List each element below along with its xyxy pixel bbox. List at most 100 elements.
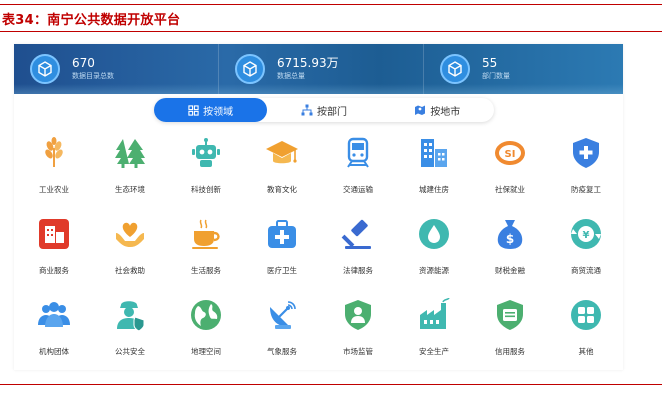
heart-hand-icon (116, 222, 144, 247)
category-label: 公共安全 (115, 347, 145, 356)
category-label: 其他 (578, 347, 594, 356)
tab-label: 按部门 (316, 106, 347, 118)
cube-icon (30, 54, 60, 84)
category-meteorology[interactable]: 气象服务 (244, 294, 320, 364)
category-label: 商业服务 (39, 266, 69, 275)
category-label: 防疫复工 (571, 185, 601, 194)
category-legal-services[interactable]: 法律服务 (320, 213, 396, 283)
robot-icon (192, 138, 220, 167)
category-label: 地理空间 (191, 347, 221, 356)
map-icon (415, 105, 426, 115)
category-grid: 工业农业 生态环境 科技创新 教育文化 交通运输 城建住房 SI 社保就业 防疫… (16, 132, 621, 364)
portal-panel: 670 数据目录总数 6715.93万 数据总量 55 部门数量 按领域 按部门… (14, 44, 623, 370)
tab-by-domain[interactable]: 按领域 (154, 98, 268, 122)
group-icon (38, 302, 70, 327)
coffee-cup-icon (192, 219, 220, 249)
category-epidemic-prevention[interactable]: 防疫复工 (548, 132, 624, 202)
svg-text:¥: ¥ (583, 230, 590, 241)
bottom-rule (0, 384, 662, 385)
category-label: 财税金融 (495, 266, 525, 275)
shop-icon (39, 219, 69, 249)
buildings-icon (421, 139, 447, 167)
category-resources-energy[interactable]: 资源能源 (396, 213, 472, 283)
wheat-icon (45, 137, 63, 167)
cube-icon (235, 54, 265, 84)
figure-caption-bar: 表34：南宁公共数据开放平台 (0, 4, 662, 32)
satellite-dish-icon (270, 301, 296, 329)
stat-catalog-total: 670 数据目录总数 (14, 44, 219, 94)
figure-caption: 表34：南宁公共数据开放平台 (2, 12, 181, 28)
category-transport[interactable]: 交通运输 (320, 132, 396, 202)
category-label: 社会救助 (115, 266, 145, 275)
category-label: 教育文化 (267, 185, 297, 194)
train-icon (347, 137, 369, 168)
category-credit-services[interactable]: 信用服务 (472, 294, 548, 364)
category-label: 气象服务 (267, 347, 297, 356)
tab-by-department[interactable]: 按部门 (267, 98, 380, 122)
stat-department-count: 55 部门数量 (424, 44, 623, 94)
medical-kit-icon (268, 220, 296, 248)
category-institutions-groups[interactable]: 机构团体 (16, 294, 92, 364)
shield-person-icon (345, 300, 371, 330)
water-drop-icon (419, 219, 449, 249)
category-label: 医疗卫生 (267, 266, 297, 275)
social-security-icon: SI (495, 141, 525, 165)
browse-mode-tabs: 按领域 按部门 按地市 (154, 98, 494, 122)
category-social-security-employment[interactable]: SI 社保就业 (472, 132, 548, 202)
category-label: 法律服务 (343, 266, 373, 275)
stat-value: 670 (72, 56, 95, 70)
category-label: 社保就业 (495, 185, 525, 194)
category-label: 商贸流通 (571, 266, 601, 275)
tab-by-city[interactable]: 按地市 (381, 98, 494, 122)
money-bag-icon: $ (497, 220, 523, 249)
category-social-assistance[interactable]: 社会救助 (92, 213, 168, 283)
stat-data-total: 6715.93万 数据总量 (219, 44, 424, 94)
category-industry-agriculture[interactable]: 工业农业 (16, 132, 92, 202)
svg-text:$: $ (506, 232, 514, 246)
stat-value: 55 (482, 56, 498, 70)
org-icon (301, 104, 313, 116)
category-technology[interactable]: 科技创新 (168, 132, 244, 202)
category-medical-health[interactable]: 医疗卫生 (244, 213, 320, 283)
category-life-services[interactable]: 生活服务 (168, 213, 244, 283)
category-label: 交通运输 (343, 185, 373, 194)
svg-text:SI: SI (505, 149, 516, 160)
category-label: 资源能源 (419, 266, 449, 275)
category-geospatial[interactable]: 地理空间 (168, 294, 244, 364)
category-label: 城建住房 (419, 185, 449, 194)
category-commercial-services[interactable]: 商业服务 (16, 213, 92, 283)
category-work-safety[interactable]: 安全生产 (396, 294, 472, 364)
category-market-regulation[interactable]: 市场监管 (320, 294, 396, 364)
factory-icon (420, 298, 450, 329)
category-label: 生活服务 (191, 266, 221, 275)
category-label: 生态环境 (115, 185, 145, 194)
category-label: 市场监管 (343, 347, 373, 356)
category-label: 科技创新 (191, 185, 221, 194)
stat-value: 6715.93万 (277, 56, 339, 70)
stat-label: 部门数量 (482, 72, 510, 80)
globe-icon (191, 300, 221, 330)
credit-shield-icon (497, 300, 523, 330)
tree-icon (115, 139, 145, 168)
tab-label: 按地市 (430, 106, 461, 118)
category-label: 机构团体 (39, 347, 69, 356)
gavel-icon (341, 219, 371, 249)
category-other[interactable]: 其他 (548, 294, 624, 364)
category-ecology-environment[interactable]: 生态环境 (92, 132, 168, 202)
currency-cycle-icon: ¥ (571, 219, 601, 249)
category-tax-finance[interactable]: $ 财税金融 (472, 213, 548, 283)
stats-banner: 670 数据目录总数 6715.93万 数据总量 55 部门数量 (14, 44, 623, 94)
grid-icon (188, 104, 199, 116)
category-trade-circulation[interactable]: ¥ 商贸流通 (548, 213, 624, 283)
category-urban-housing[interactable]: 城建住房 (396, 132, 472, 202)
stat-label: 数据目录总数 (72, 72, 114, 80)
category-education-culture[interactable]: 教育文化 (244, 132, 320, 202)
cube-icon (440, 54, 470, 84)
category-label: 信用服务 (495, 347, 525, 356)
category-public-security[interactable]: 公共安全 (92, 294, 168, 364)
category-label: 工业农业 (39, 185, 69, 194)
medical-shield-icon (573, 138, 599, 168)
tab-label: 按领域 (203, 106, 234, 118)
category-label: 安全生产 (419, 347, 449, 356)
stat-label: 数据总量 (277, 72, 305, 80)
